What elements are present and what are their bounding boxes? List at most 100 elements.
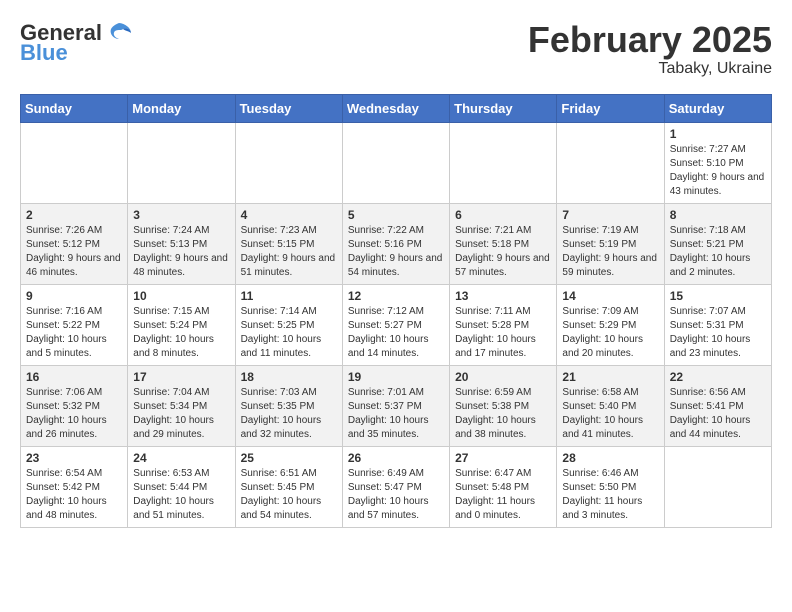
day-info: Sunrise: 7:27 AM Sunset: 5:10 PM Dayligh… bbox=[670, 143, 766, 199]
logo-blue: Blue bbox=[20, 40, 68, 66]
day-info: Sunrise: 6:58 AM Sunset: 5:40 PM Dayligh… bbox=[562, 386, 658, 442]
table-row bbox=[664, 446, 771, 527]
table-row: 5 Sunrise: 7:22 AM Sunset: 5:16 PM Daylig… bbox=[342, 203, 449, 284]
table-row: 19 Sunrise: 7:01 AM Sunset: 5:37 PM Dayli… bbox=[342, 365, 449, 446]
day-number: 7 bbox=[562, 208, 658, 222]
day-info: Sunrise: 7:18 AM Sunset: 5:21 PM Dayligh… bbox=[670, 224, 766, 280]
calendar-week-4: 16 Sunrise: 7:06 AM Sunset: 5:32 PM Dayli… bbox=[21, 365, 772, 446]
header-saturday: Saturday bbox=[664, 94, 771, 122]
day-info: Sunrise: 7:22 AM Sunset: 5:16 PM Dayligh… bbox=[348, 224, 444, 280]
day-number: 11 bbox=[241, 289, 337, 303]
day-info: Sunrise: 7:09 AM Sunset: 5:29 PM Dayligh… bbox=[562, 305, 658, 361]
table-row: 26Sunrise: 6:49 AM Sunset: 5:47 PM Dayli… bbox=[342, 446, 449, 527]
header-wednesday: Wednesday bbox=[342, 94, 449, 122]
calendar-week-5: 23 Sunrise: 6:54 AM Sunset: 5:42 PM Dayli… bbox=[21, 446, 772, 527]
logo-bird-icon bbox=[105, 21, 133, 45]
day-number: 19 bbox=[348, 370, 444, 384]
table-row: 11 Sunrise: 7:14 AM Sunset: 5:25 PM Dayli… bbox=[235, 284, 342, 365]
day-info: Sunrise: 7:19 AM Sunset: 5:19 PM Dayligh… bbox=[562, 224, 658, 280]
day-number: 12 bbox=[348, 289, 444, 303]
day-number: 14 bbox=[562, 289, 658, 303]
day-number: 28 bbox=[562, 451, 658, 465]
table-row bbox=[342, 122, 449, 203]
calendar-week-3: 9 Sunrise: 7:16 AM Sunset: 5:22 PM Daylig… bbox=[21, 284, 772, 365]
day-info: Sunrise: 7:15 AM Sunset: 5:24 PM Dayligh… bbox=[133, 305, 229, 361]
day-number: 18 bbox=[241, 370, 337, 384]
header-friday: Friday bbox=[557, 94, 664, 122]
day-info: Sunrise: 6:47 AM Sunset: 5:48 PM Dayligh… bbox=[455, 467, 551, 523]
table-row: 12 Sunrise: 7:12 AM Sunset: 5:27 PM Dayli… bbox=[342, 284, 449, 365]
page-header: General Blue February 2025 Tabaky, Ukrai… bbox=[20, 20, 772, 78]
day-info: Sunrise: 7:11 AM Sunset: 5:28 PM Dayligh… bbox=[455, 305, 551, 361]
day-number: 8 bbox=[670, 208, 766, 222]
table-row bbox=[21, 122, 128, 203]
table-row bbox=[128, 122, 235, 203]
day-info: Sunrise: 7:26 AM Sunset: 5:12 PM Dayligh… bbox=[26, 224, 122, 280]
table-row: 14 Sunrise: 7:09 AM Sunset: 5:29 PM Dayli… bbox=[557, 284, 664, 365]
header-monday: Monday bbox=[128, 94, 235, 122]
header-tuesday: Tuesday bbox=[235, 94, 342, 122]
table-row: 1 Sunrise: 7:27 AM Sunset: 5:10 PM Daylig… bbox=[664, 122, 771, 203]
day-number: 2 bbox=[26, 208, 122, 222]
day-number: 10 bbox=[133, 289, 229, 303]
day-number: 15 bbox=[670, 289, 766, 303]
day-info: Sunrise: 7:03 AM Sunset: 5:35 PM Dayligh… bbox=[241, 386, 337, 442]
day-number: 17 bbox=[133, 370, 229, 384]
table-row bbox=[557, 122, 664, 203]
day-number: 24 bbox=[133, 451, 229, 465]
day-info: Sunrise: 7:21 AM Sunset: 5:18 PM Dayligh… bbox=[455, 224, 551, 280]
day-info: Sunrise: 6:46 AM Sunset: 5:50 PM Dayligh… bbox=[562, 467, 658, 523]
day-info: Sunrise: 6:59 AM Sunset: 5:38 PM Dayligh… bbox=[455, 386, 551, 442]
day-info: Sunrise: 6:51 AM Sunset: 5:45 PM Dayligh… bbox=[241, 467, 337, 523]
calendar-subtitle: Tabaky, Ukraine bbox=[528, 60, 772, 78]
day-number: 20 bbox=[455, 370, 551, 384]
table-row: 20 Sunrise: 6:59 AM Sunset: 5:38 PM Dayli… bbox=[450, 365, 557, 446]
table-row: 13 Sunrise: 7:11 AM Sunset: 5:28 PM Dayli… bbox=[450, 284, 557, 365]
table-row: 9 Sunrise: 7:16 AM Sunset: 5:22 PM Daylig… bbox=[21, 284, 128, 365]
day-info: Sunrise: 7:23 AM Sunset: 5:15 PM Dayligh… bbox=[241, 224, 337, 280]
day-info: Sunrise: 6:53 AM Sunset: 5:44 PM Dayligh… bbox=[133, 467, 229, 523]
calendar-header-row: Sunday Monday Tuesday Wednesday Thursday… bbox=[21, 94, 772, 122]
day-info: Sunrise: 7:06 AM Sunset: 5:32 PM Dayligh… bbox=[26, 386, 122, 442]
table-row: 15 Sunrise: 7:07 AM Sunset: 5:31 PM Dayli… bbox=[664, 284, 771, 365]
table-row: 18 Sunrise: 7:03 AM Sunset: 5:35 PM Dayli… bbox=[235, 365, 342, 446]
day-number: 9 bbox=[26, 289, 122, 303]
day-info: Sunrise: 6:54 AM Sunset: 5:42 PM Dayligh… bbox=[26, 467, 122, 523]
calendar-table: Sunday Monday Tuesday Wednesday Thursday… bbox=[20, 94, 772, 528]
table-row: 25 Sunrise: 6:51 AM Sunset: 5:45 PM Dayli… bbox=[235, 446, 342, 527]
table-row: 8 Sunrise: 7:18 AM Sunset: 5:21 PM Daylig… bbox=[664, 203, 771, 284]
table-row: 2 Sunrise: 7:26 AM Sunset: 5:12 PM Daylig… bbox=[21, 203, 128, 284]
table-row: 7 Sunrise: 7:19 AM Sunset: 5:19 PM Daylig… bbox=[557, 203, 664, 284]
calendar-title: February 2025 bbox=[528, 20, 772, 60]
table-row: 21 Sunrise: 6:58 AM Sunset: 5:40 PM Dayli… bbox=[557, 365, 664, 446]
day-number: 6 bbox=[455, 208, 551, 222]
table-row: 6 Sunrise: 7:21 AM Sunset: 5:18 PM Daylig… bbox=[450, 203, 557, 284]
day-number: 21 bbox=[562, 370, 658, 384]
table-row: 4 Sunrise: 7:23 AM Sunset: 5:15 PM Daylig… bbox=[235, 203, 342, 284]
day-number: 25 bbox=[241, 451, 337, 465]
day-number: 23 bbox=[26, 451, 122, 465]
day-info: Sunrise: 7:01 AM Sunset: 5:37 PM Dayligh… bbox=[348, 386, 444, 442]
table-row: 24 Sunrise: 6:53 AM Sunset: 5:44 PM Dayli… bbox=[128, 446, 235, 527]
header-thursday: Thursday bbox=[450, 94, 557, 122]
day-number: 4 bbox=[241, 208, 337, 222]
day-number: 5 bbox=[348, 208, 444, 222]
day-info: Sunrise: 6:49 AM Sunset: 5:47 PM Dayligh… bbox=[348, 467, 444, 523]
day-number: 1 bbox=[670, 127, 766, 141]
day-info: Sunrise: 7:07 AM Sunset: 5:31 PM Dayligh… bbox=[670, 305, 766, 361]
day-number: 16 bbox=[26, 370, 122, 384]
day-info: Sunrise: 7:16 AM Sunset: 5:22 PM Dayligh… bbox=[26, 305, 122, 361]
table-row: 16 Sunrise: 7:06 AM Sunset: 5:32 PM Dayli… bbox=[21, 365, 128, 446]
day-info: Sunrise: 7:14 AM Sunset: 5:25 PM Dayligh… bbox=[241, 305, 337, 361]
day-info: Sunrise: 7:12 AM Sunset: 5:27 PM Dayligh… bbox=[348, 305, 444, 361]
header-sunday: Sunday bbox=[21, 94, 128, 122]
table-row: 28 Sunrise: 6:46 AM Sunset: 5:50 PM Dayli… bbox=[557, 446, 664, 527]
table-row: 22Sunrise: 6:56 AM Sunset: 5:41 PM Dayli… bbox=[664, 365, 771, 446]
day-info: Sunrise: 7:24 AM Sunset: 5:13 PM Dayligh… bbox=[133, 224, 229, 280]
day-number: 27 bbox=[455, 451, 551, 465]
table-row: 3Sunrise: 7:24 AM Sunset: 5:13 PM Daylig… bbox=[128, 203, 235, 284]
logo: General Blue bbox=[20, 20, 133, 66]
day-number: 13 bbox=[455, 289, 551, 303]
table-row: 23 Sunrise: 6:54 AM Sunset: 5:42 PM Dayli… bbox=[21, 446, 128, 527]
table-row: 10 Sunrise: 7:15 AM Sunset: 5:24 PM Dayli… bbox=[128, 284, 235, 365]
